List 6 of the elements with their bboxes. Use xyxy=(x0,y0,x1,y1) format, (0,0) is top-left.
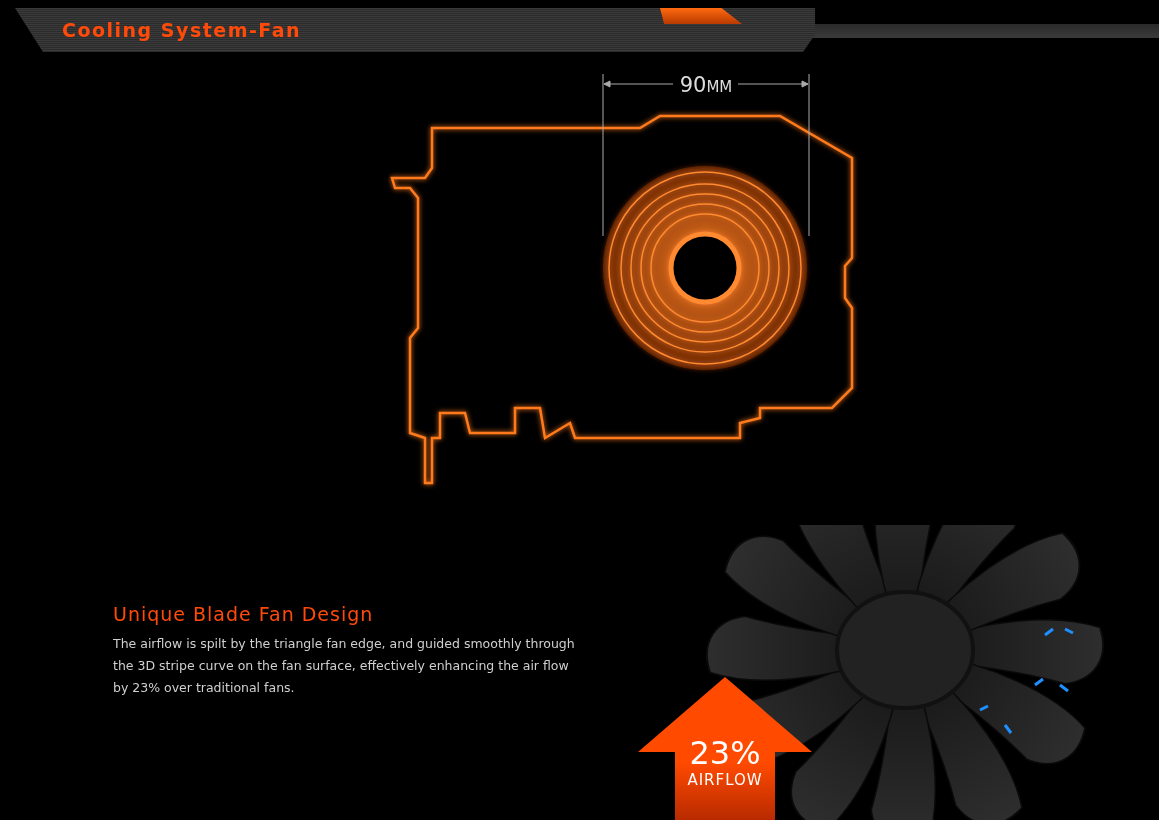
airflow-label: AIRFLOW xyxy=(687,771,763,789)
airflow-percentage: 23% xyxy=(689,735,761,771)
section-title: Cooling System-Fan xyxy=(62,19,302,41)
feature-title: Unique Blade Fan Design xyxy=(113,603,375,625)
dimension-label: 90MM xyxy=(679,73,733,97)
feature-description: The airflow is spilt by the triangle fan edge, and guided smoothly through the 3D stripe curve on the fan surface, effectively enhancing the air flow by 23% over traditional fans. xyxy=(113,635,576,697)
